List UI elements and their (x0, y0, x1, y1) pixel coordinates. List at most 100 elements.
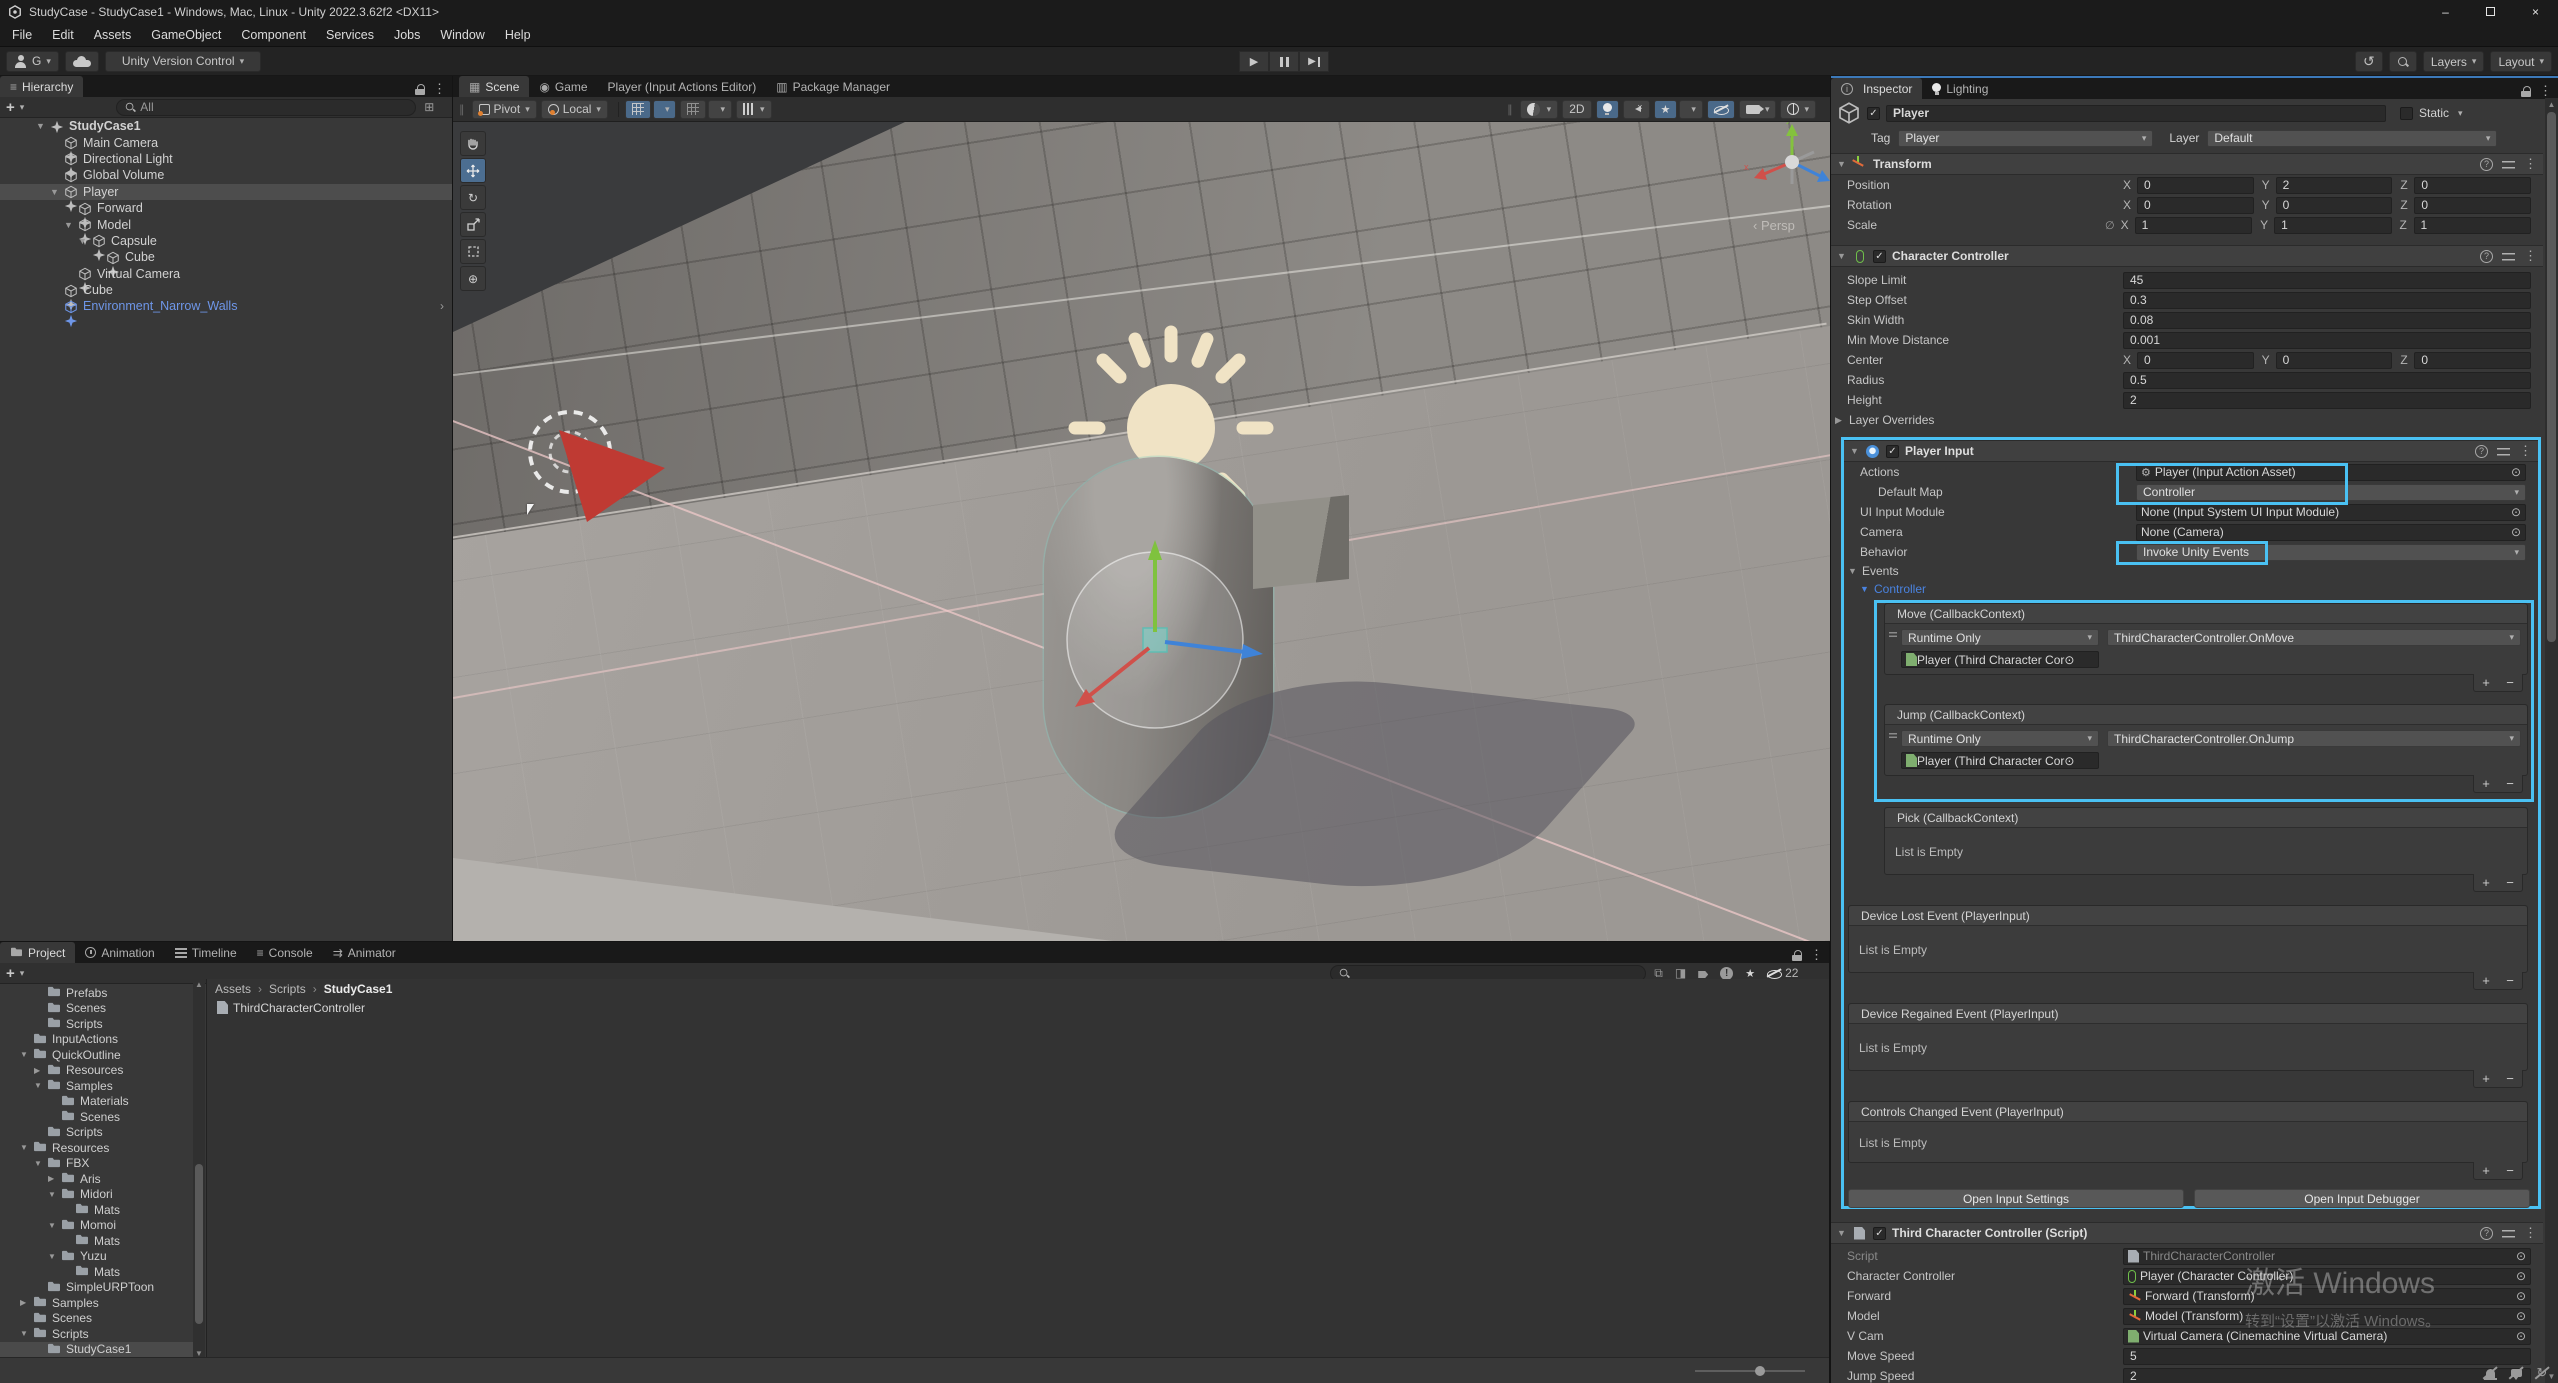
lock-icon[interactable] (2521, 86, 2531, 97)
add-event-button[interactable]: + (2474, 674, 2498, 691)
gameobject-name-field[interactable]: Player (1886, 105, 2386, 122)
static-dropdown-icon[interactable] (2458, 108, 2463, 119)
center-x-field[interactable]: 0 (2137, 352, 2254, 369)
camera-object-field[interactable]: None (Camera) (2136, 524, 2526, 541)
foldout-icon[interactable] (1837, 251, 1851, 261)
player-input-header[interactable]: Player Input ? (1844, 440, 2538, 462)
events-foldout[interactable]: Events (1844, 562, 2538, 580)
tag-dropdown[interactable]: Player (1898, 130, 2153, 147)
hierarchy-item[interactable]: Directional Light › (0, 151, 452, 167)
scale-x-field[interactable]: 1 (2135, 217, 2252, 234)
object-picker-icon[interactable] (2516, 1289, 2526, 1303)
presets-icon[interactable] (2502, 159, 2515, 170)
messages-muted-icon[interactable] (2508, 1365, 2524, 1381)
project-tree-item[interactable]: Scripts (0, 1016, 205, 1032)
menu-component[interactable]: Component (231, 23, 316, 47)
ui-input-module-field[interactable]: None (Input System UI Input Module) (2136, 504, 2526, 521)
thumbnail-zoom-slider[interactable] (1695, 1370, 1805, 1372)
hierarchy-item[interactable]: Cube › (0, 282, 452, 298)
foldout-arrow-icon[interactable] (20, 1298, 33, 1307)
snap-increment-toggle[interactable] (680, 100, 706, 119)
component-menu-icon[interactable] (2519, 443, 2532, 459)
remove-event-button[interactable]: − (2498, 1070, 2522, 1087)
create-asset-button[interactable] (0, 965, 30, 982)
tab-package-manager[interactable]: ▥Package Manager (766, 76, 900, 97)
object-picker-icon[interactable] (2511, 465, 2521, 479)
scrollbar-thumb[interactable] (195, 1164, 203, 1324)
menu-gameobject[interactable]: GameObject (141, 23, 231, 47)
add-event-button[interactable]: + (2474, 775, 2498, 792)
foldout-icon[interactable] (1850, 446, 1864, 456)
layout-dropdown[interactable]: Layout (2490, 51, 2552, 72)
gizmos-dropdown[interactable] (1780, 100, 1816, 119)
tab-lighting[interactable]: Lighting (1922, 78, 1998, 99)
hierarchy-item[interactable]: Forward › (0, 200, 452, 216)
component-menu-icon[interactable] (2524, 248, 2537, 264)
pivot-toggle[interactable]: Pivot (472, 100, 537, 119)
panel-menu-icon[interactable] (2539, 83, 2552, 99)
foldout-arrow-icon[interactable] (34, 1066, 47, 1075)
hierarchy-item[interactable]: Global Volume › (0, 167, 452, 183)
drag-handle[interactable] (1889, 733, 1897, 740)
jump-target-field[interactable]: Player (Third Character Cor (1901, 752, 2099, 769)
center-z-field[interactable]: 0 (2414, 352, 2531, 369)
drag-handle[interactable]: ∥ (1507, 103, 1514, 116)
project-tree-item[interactable]: FBX (0, 1156, 205, 1172)
enabled-checkbox[interactable] (1886, 445, 1899, 458)
foldout-arrow-icon[interactable] (48, 1174, 61, 1183)
effects-dropdown[interactable] (1679, 100, 1703, 119)
search-by-type-icon[interactable]: ◨ (1675, 966, 1686, 980)
layer-dropdown[interactable]: Default (2207, 130, 2497, 147)
move-gizmo[interactable] (1005, 530, 1305, 760)
add-event-button[interactable]: + (2474, 874, 2498, 891)
perspective-label[interactable]: ‹ Persp (1753, 218, 1795, 233)
remove-event-button[interactable]: − (2498, 674, 2522, 691)
lock-icon[interactable] (1792, 950, 1802, 961)
grid-snap-dropdown[interactable] (653, 100, 677, 119)
hierarchy-item[interactable]: Main Camera › (0, 134, 452, 150)
open-input-debugger-button[interactable]: Open Input Debugger (2194, 1189, 2530, 1208)
camera-settings-dropdown[interactable] (1739, 100, 1777, 119)
object-picker-icon[interactable] (2064, 653, 2074, 667)
project-tree-item[interactable]: StudyCase1 (0, 1342, 205, 1358)
step-button[interactable] (1299, 51, 1329, 72)
object-picker-icon[interactable] (2511, 505, 2521, 519)
tab-animation[interactable]: Animation (75, 942, 164, 963)
breadcrumb-studycase1[interactable]: StudyCase1 (324, 982, 393, 996)
position-z-field[interactable]: 0 (2414, 177, 2531, 194)
rotation-x-field[interactable]: 0 (2137, 197, 2254, 214)
foldout-arrow-icon[interactable] (36, 121, 50, 131)
rotate-tool-button[interactable]: ↻ (460, 185, 486, 210)
move-mode-dropdown[interactable]: Runtime Only (1901, 629, 2099, 646)
move-target-field[interactable]: Player (Third Character Cor (1901, 651, 2099, 668)
rotation-y-field[interactable]: 0 (2276, 197, 2393, 214)
shading-mode-dropdown[interactable] (1520, 100, 1559, 119)
lock-icon[interactable] (415, 84, 425, 95)
version-control-button[interactable]: Unity Version Control (105, 51, 261, 72)
foldout-arrow-icon[interactable] (20, 1143, 33, 1152)
project-tree-item[interactable]: Midori (0, 1187, 205, 1203)
forward-ref-field[interactable]: Forward (Transform) (2123, 1288, 2531, 1305)
menu-window[interactable]: Window (430, 23, 494, 47)
layer-overrides-foldout[interactable]: Layer Overrides (1831, 410, 2543, 430)
project-tree-item[interactable]: Scenes (0, 1311, 205, 1327)
menu-jobs[interactable]: Jobs (384, 23, 430, 47)
hierarchy-search-input[interactable]: All (116, 99, 416, 116)
project-tree-item[interactable]: Scripts (0, 1125, 205, 1141)
radius-field[interactable]: 0.5 (2123, 372, 2531, 389)
project-tree-item[interactable]: Resources (0, 1140, 205, 1156)
tool-settings-toggle[interactable] (736, 100, 772, 119)
project-tree-item[interactable]: Samples (0, 1295, 205, 1311)
object-picker-icon[interactable] (2511, 525, 2521, 539)
alerts-icon[interactable]: ! (1720, 967, 1733, 980)
min-move-distance-field[interactable]: 0.001 (2123, 332, 2531, 349)
foldout-arrow-icon[interactable] (48, 1221, 61, 1230)
tab-project[interactable]: Project (0, 942, 75, 963)
breadcrumb-scripts[interactable]: Scripts (269, 982, 324, 996)
menu-edit[interactable]: Edit (42, 23, 84, 47)
project-tree-item[interactable]: Materials (0, 1094, 205, 1110)
foldout-arrow-icon[interactable] (78, 236, 92, 246)
position-x-field[interactable]: 0 (2137, 177, 2254, 194)
enabled-checkbox[interactable] (1873, 1227, 1886, 1240)
favorites-icon[interactable] (1745, 966, 1755, 980)
